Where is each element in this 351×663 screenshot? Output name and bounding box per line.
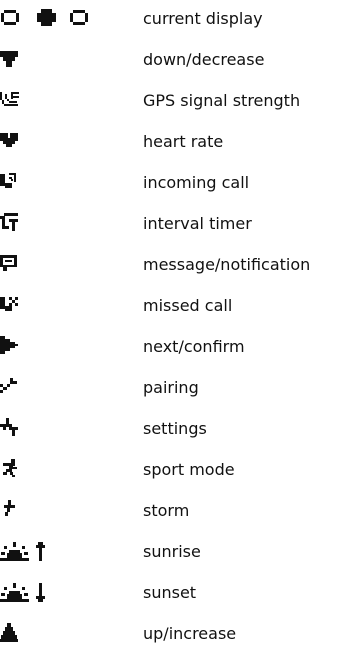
sunset-icon (0, 580, 130, 606)
message-notification-icon (0, 252, 130, 278)
legend-row: missed call (0, 293, 351, 319)
legend-label: heart rate (143, 132, 224, 151)
legend-row: sport mode (0, 457, 351, 483)
legend-row: incoming call (0, 170, 351, 196)
legend-label: sunset (143, 583, 197, 602)
legend-row: interval timer (0, 211, 351, 237)
settings-icon (0, 416, 130, 442)
legend-label: interval timer (143, 214, 252, 233)
legend-label: sunrise (143, 542, 201, 561)
legend-label: missed call (143, 296, 233, 315)
legend-row: pairing (0, 375, 351, 401)
legend-label: up/increase (143, 624, 237, 643)
current-display-icon (0, 6, 130, 32)
interval-timer-icon (0, 211, 130, 237)
legend-row: sunset (0, 580, 351, 606)
heart-rate-icon (0, 129, 130, 155)
legend-label: settings (143, 419, 207, 438)
gps-signal-strength-icon (0, 88, 130, 114)
legend-row: heart rate (0, 129, 351, 155)
up-increase-icon (0, 621, 130, 647)
legend-label: down/decrease (143, 50, 265, 69)
storm-icon (0, 498, 130, 524)
legend-row: GPS signal strength (0, 88, 351, 114)
legend-row: settings (0, 416, 351, 442)
pairing-icon (0, 375, 130, 401)
legend-row: down/decrease (0, 47, 351, 73)
legend-label: storm (143, 501, 190, 520)
legend-label: sport mode (143, 460, 235, 479)
legend-row: current display (0, 6, 351, 32)
legend-row: sunrise (0, 539, 351, 565)
legend-row: next/confirm (0, 334, 351, 360)
legend-label: current display (143, 9, 263, 28)
next-confirm-icon (0, 334, 130, 360)
sunrise-icon (0, 539, 130, 565)
down-decrease-icon (0, 47, 130, 73)
legend-label: GPS signal strength (143, 91, 301, 110)
sport-mode-icon (0, 457, 130, 483)
legend-label: message/notification (143, 255, 311, 274)
missed-call-icon (0, 293, 130, 319)
legend-row: up/increase (0, 621, 351, 647)
incoming-call-icon (0, 170, 130, 196)
legend-row: storm (0, 498, 351, 524)
legend-label: incoming call (143, 173, 250, 192)
legend-row: message/notification (0, 252, 351, 278)
legend-label: pairing (143, 378, 199, 397)
legend-label: next/confirm (143, 337, 245, 356)
